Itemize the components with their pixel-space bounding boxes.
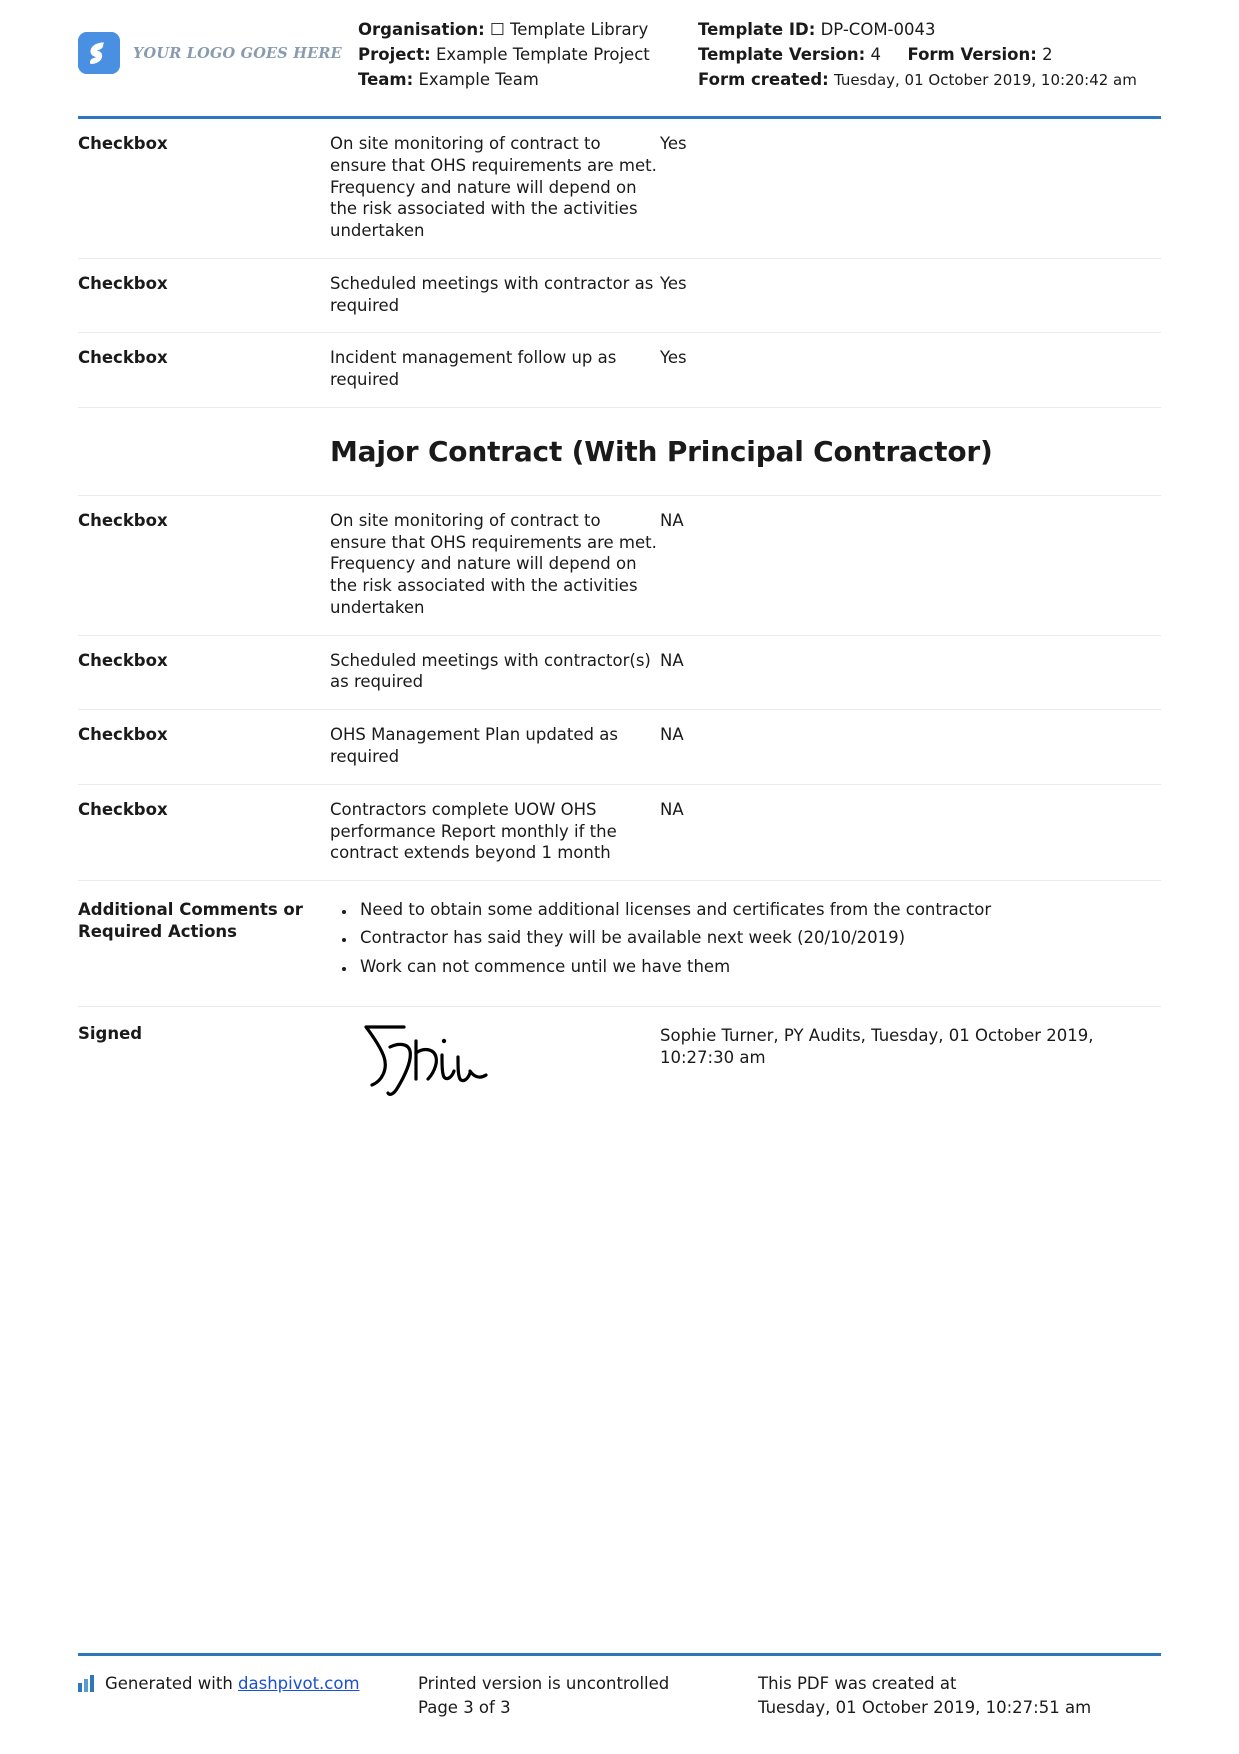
row-value: NA (660, 510, 684, 530)
footer-printed-line1: Printed version is uncontrolled (418, 1674, 670, 1694)
table-row: Checkbox Scheduled meetings with contrac… (78, 635, 1161, 711)
organisation-label: Organisation: (358, 20, 485, 39)
table-row: Checkbox OHS Management Plan updated as … (78, 709, 1161, 785)
row-description: Scheduled meetings with contractor as re… (330, 273, 654, 315)
checklist-table: Checkbox On site monitoring of contract … (78, 119, 1161, 1103)
template-id-value: DP-COM-0043 (820, 20, 936, 39)
document-page: YOUR LOGO GOES HERE Organisation: ☐ Temp… (0, 0, 1239, 1754)
list-item: Work can not commence until we have them (356, 956, 1161, 977)
additional-comments-row: Additional Comments or Required Actions … (78, 880, 1161, 1008)
row-value: NA (660, 650, 684, 670)
project-label: Project: (358, 44, 431, 64)
document-header: YOUR LOGO GOES HERE Organisation: ☐ Temp… (78, 0, 1161, 110)
footer-divider (78, 1653, 1161, 1657)
template-version-label: Template Version: (698, 44, 866, 64)
footer-printed-block: Printed version is uncontrolled Page 3 o… (418, 1672, 758, 1720)
bar-chart-icon (78, 1672, 96, 1699)
additional-comments-list: Need to obtain some additional licenses … (330, 899, 1161, 977)
row-label: Checkbox (78, 348, 168, 368)
signed-label: Signed (78, 1024, 143, 1044)
document-footer: Generated with dashpivot.com Printed ver… (78, 1653, 1161, 1720)
header-meta-left: Organisation: ☐ Template Library Project… (358, 18, 698, 92)
form-version-value: 2 (1042, 44, 1053, 64)
list-item: Contractor has said they will be availab… (356, 927, 1161, 948)
template-id-label: Template ID: (698, 20, 816, 39)
dashpivot-link[interactable]: dashpivot.com (238, 1674, 360, 1693)
signature-image (330, 1023, 660, 1097)
section-heading-spacer (78, 407, 330, 496)
footer-generated-text: Generated with dashpivot.com (105, 1672, 360, 1696)
row-label: Checkbox (78, 273, 168, 293)
form-created-label: Form created: (698, 69, 829, 89)
logo-text: YOUR LOGO GOES HERE (133, 44, 342, 62)
row-label: Checkbox (78, 799, 168, 819)
footer-generated-prefix: Generated with (105, 1674, 239, 1694)
footer-created-line2: Tuesday, 01 October 2019, 10:27:51 am (758, 1698, 1092, 1718)
row-value: NA (660, 725, 684, 745)
form-version-label: Form Version: (907, 44, 1037, 64)
additional-comments-label-line1: Additional Comments or (78, 900, 303, 920)
logo-block: YOUR LOGO GOES HERE (78, 18, 358, 74)
company-logo-icon (78, 32, 120, 74)
section-title: Major Contract (With Principal Contracto… (330, 434, 993, 468)
row-label: Checkbox (78, 510, 168, 530)
row-value: NA (660, 799, 684, 819)
row-description: On site monitoring of contract to ensure… (330, 510, 657, 617)
row-value: Yes (660, 273, 687, 293)
row-value: Yes (660, 134, 687, 153)
table-row: Checkbox Incident management follow up a… (78, 332, 1161, 408)
additional-comments-label-line2: Required Actions (78, 922, 237, 942)
form-created-value: Tuesday, 01 October 2019, 10:20:42 am (834, 70, 1137, 89)
footer-page-number: Page 3 of 3 (418, 1698, 511, 1718)
team-label: Team: (358, 69, 414, 89)
row-value: Yes (660, 348, 687, 368)
row-description: OHS Management Plan updated as required (330, 725, 618, 766)
footer-generated-block: Generated with dashpivot.com (78, 1672, 418, 1720)
footer-created-line1: This PDF was created at (758, 1674, 957, 1694)
template-version-value: 4 (870, 44, 881, 64)
version-line: Template Version: 4 Form Version: 2 (698, 43, 1161, 68)
signed-row: Signed Sophie Turner, PY Audits, Tuesday… (78, 1007, 1161, 1104)
team-line: Team: Example Team (358, 68, 698, 93)
signature-details: Sophie Turner, PY Audits, Tuesday, 01 Oc… (660, 1026, 1094, 1068)
template-id-line: Template ID: DP-COM-0043 (698, 18, 1161, 43)
organisation-value: ☐ Template Library (489, 20, 649, 39)
table-row: Checkbox On site monitoring of contract … (78, 495, 1161, 636)
row-description: Contractors complete UOW OHS performance… (330, 799, 617, 863)
list-item: Need to obtain some additional licenses … (356, 899, 1161, 920)
organisation-line: Organisation: ☐ Template Library (358, 18, 698, 43)
table-row: Checkbox Contractors complete UOW OHS pe… (78, 784, 1161, 882)
row-description: Incident management follow up as require… (330, 348, 617, 390)
project-value: Example Template Project (435, 44, 650, 64)
row-description: On site monitoring of contract to ensure… (330, 134, 657, 241)
form-created-line: Form created: Tuesday, 01 October 2019, … (698, 68, 1161, 93)
row-label: Checkbox (78, 725, 168, 745)
footer-created-block: This PDF was created at Tuesday, 01 Octo… (758, 1672, 1161, 1720)
row-label: Checkbox (78, 134, 168, 153)
row-description: Scheduled meetings with contractor(s) as… (330, 650, 651, 692)
section-heading-row: Major Contract (With Principal Contracto… (78, 407, 1161, 496)
header-meta-right: Template ID: DP-COM-0043 Template Versio… (698, 18, 1161, 92)
table-row: Checkbox On site monitoring of contract … (78, 119, 1161, 259)
team-value: Example Team (418, 69, 539, 89)
row-label: Checkbox (78, 650, 168, 670)
table-row: Checkbox Scheduled meetings with contrac… (78, 258, 1161, 334)
project-line: Project: Example Template Project (358, 43, 698, 68)
